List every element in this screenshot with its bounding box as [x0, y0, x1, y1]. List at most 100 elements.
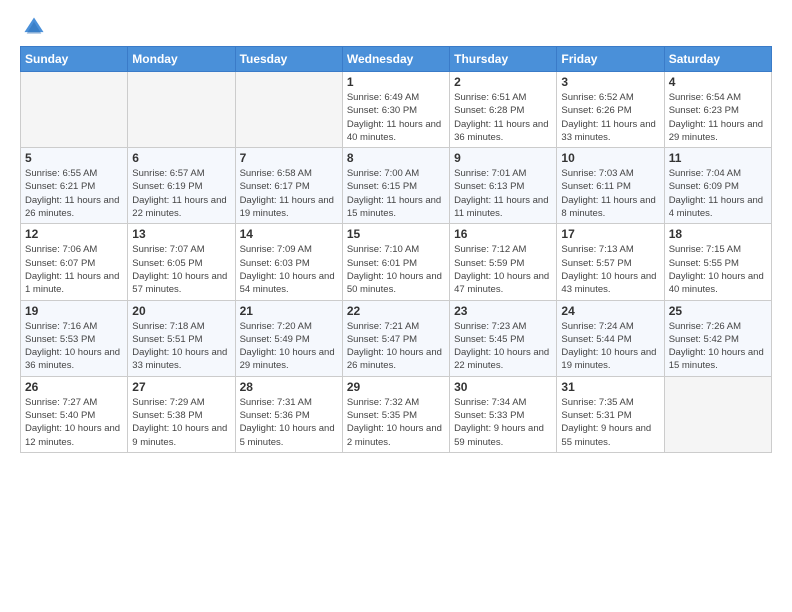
- day-info: Sunrise: 7:24 AMSunset: 5:44 PMDaylight:…: [561, 320, 659, 373]
- calendar-week-row: 19 Sunrise: 7:16 AMSunset: 5:53 PMDayligh…: [21, 300, 772, 376]
- calendar-day-header: Tuesday: [235, 47, 342, 72]
- day-info: Sunrise: 7:04 AMSunset: 6:09 PMDaylight:…: [669, 167, 767, 220]
- calendar-cell: 4 Sunrise: 6:54 AMSunset: 6:23 PMDaylight…: [664, 72, 771, 148]
- calendar-cell: 23 Sunrise: 7:23 AMSunset: 5:45 PMDayligh…: [450, 300, 557, 376]
- calendar-cell: 13 Sunrise: 7:07 AMSunset: 6:05 PMDayligh…: [128, 224, 235, 300]
- calendar-cell: 9 Sunrise: 7:01 AMSunset: 6:13 PMDaylight…: [450, 148, 557, 224]
- calendar-cell: 21 Sunrise: 7:20 AMSunset: 5:49 PMDayligh…: [235, 300, 342, 376]
- day-number: 15: [347, 227, 445, 241]
- day-info: Sunrise: 7:06 AMSunset: 6:07 PMDaylight:…: [25, 243, 123, 296]
- day-info: Sunrise: 7:09 AMSunset: 6:03 PMDaylight:…: [240, 243, 338, 296]
- calendar-cell: 31 Sunrise: 7:35 AMSunset: 5:31 PMDayligh…: [557, 376, 664, 452]
- calendar-cell: 29 Sunrise: 7:32 AMSunset: 5:35 PMDayligh…: [342, 376, 449, 452]
- calendar-day-header: Friday: [557, 47, 664, 72]
- calendar-cell: 18 Sunrise: 7:15 AMSunset: 5:55 PMDayligh…: [664, 224, 771, 300]
- page-header: [20, 16, 772, 38]
- day-number: 7: [240, 151, 338, 165]
- day-info: Sunrise: 6:55 AMSunset: 6:21 PMDaylight:…: [25, 167, 123, 220]
- calendar-cell: 15 Sunrise: 7:10 AMSunset: 6:01 PMDayligh…: [342, 224, 449, 300]
- day-number: 4: [669, 75, 767, 89]
- day-number: 13: [132, 227, 230, 241]
- day-number: 22: [347, 304, 445, 318]
- calendar-cell: 28Sunrise: 7:31 AMSunset: 5:36 PMDayligh…: [235, 376, 342, 452]
- calendar-cell: 5 Sunrise: 6:55 AMSunset: 6:21 PMDaylight…: [21, 148, 128, 224]
- logo-icon: [23, 16, 45, 38]
- calendar-cell: 17 Sunrise: 7:13 AMSunset: 5:57 PMDayligh…: [557, 224, 664, 300]
- day-info: Sunrise: 7:27 AMSunset: 5:40 PMDaylight:…: [25, 396, 123, 449]
- day-number: 12: [25, 227, 123, 241]
- calendar-day-header: Saturday: [664, 47, 771, 72]
- day-info: Sunrise: 7:32 AMSunset: 5:35 PMDaylight:…: [347, 396, 445, 449]
- calendar-table: SundayMondayTuesdayWednesdayThursdayFrid…: [20, 46, 772, 453]
- day-number: 31: [561, 380, 659, 394]
- calendar-cell: 26 Sunrise: 7:27 AMSunset: 5:40 PMDayligh…: [21, 376, 128, 452]
- day-info: Sunrise: 6:58 AMSunset: 6:17 PMDaylight:…: [240, 167, 338, 220]
- calendar-cell: 11 Sunrise: 7:04 AMSunset: 6:09 PMDayligh…: [664, 148, 771, 224]
- calendar-cell: 22 Sunrise: 7:21 AMSunset: 5:47 PMDayligh…: [342, 300, 449, 376]
- day-info: Sunrise: 7:21 AMSunset: 5:47 PMDaylight:…: [347, 320, 445, 373]
- day-info: Sunrise: 7:18 AMSunset: 5:51 PMDaylight:…: [132, 320, 230, 373]
- calendar-cell: 3 Sunrise: 6:52 AMSunset: 6:26 PMDaylight…: [557, 72, 664, 148]
- day-info: Sunrise: 6:52 AMSunset: 6:26 PMDaylight:…: [561, 91, 659, 144]
- day-number: 29: [347, 380, 445, 394]
- day-info: Sunrise: 7:10 AMSunset: 6:01 PMDaylight:…: [347, 243, 445, 296]
- calendar-cell: 12 Sunrise: 7:06 AMSunset: 6:07 PMDayligh…: [21, 224, 128, 300]
- calendar-cell: 19 Sunrise: 7:16 AMSunset: 5:53 PMDayligh…: [21, 300, 128, 376]
- day-info: Sunrise: 7:29 AMSunset: 5:38 PMDaylight:…: [132, 396, 230, 449]
- calendar-cell: [235, 72, 342, 148]
- calendar-cell: 1Sunrise: 6:49 AMSunset: 6:30 PMDaylight…: [342, 72, 449, 148]
- day-number: 6: [132, 151, 230, 165]
- day-number: 10: [561, 151, 659, 165]
- calendar-cell: 14 Sunrise: 7:09 AMSunset: 6:03 PMDayligh…: [235, 224, 342, 300]
- day-info: Sunrise: 7:03 AMSunset: 6:11 PMDaylight:…: [561, 167, 659, 220]
- calendar-week-row: 12 Sunrise: 7:06 AMSunset: 6:07 PMDayligh…: [21, 224, 772, 300]
- day-info: Sunrise: 7:23 AMSunset: 5:45 PMDaylight:…: [454, 320, 552, 373]
- day-info: Sunrise: 7:15 AMSunset: 5:55 PMDaylight:…: [669, 243, 767, 296]
- day-info: Sunrise: 7:01 AMSunset: 6:13 PMDaylight:…: [454, 167, 552, 220]
- calendar-cell: 30Sunrise: 7:34 AMSunset: 5:33 PMDayligh…: [450, 376, 557, 452]
- day-info: Sunrise: 6:51 AMSunset: 6:28 PMDaylight:…: [454, 91, 552, 144]
- calendar-cell: 8Sunrise: 7:00 AMSunset: 6:15 PMDaylight…: [342, 148, 449, 224]
- day-number: 23: [454, 304, 552, 318]
- day-number: 19: [25, 304, 123, 318]
- day-info: Sunrise: 7:07 AMSunset: 6:05 PMDaylight:…: [132, 243, 230, 296]
- day-number: 3: [561, 75, 659, 89]
- calendar-day-header: Sunday: [21, 47, 128, 72]
- logo: [20, 16, 45, 38]
- calendar-cell: 10 Sunrise: 7:03 AMSunset: 6:11 PMDayligh…: [557, 148, 664, 224]
- calendar-week-row: 26 Sunrise: 7:27 AMSunset: 5:40 PMDayligh…: [21, 376, 772, 452]
- day-number: 20: [132, 304, 230, 318]
- day-number: 17: [561, 227, 659, 241]
- day-info: Sunrise: 7:35 AMSunset: 5:31 PMDaylight:…: [561, 396, 659, 449]
- day-info: Sunrise: 7:13 AMSunset: 5:57 PMDaylight:…: [561, 243, 659, 296]
- calendar-week-row: 5 Sunrise: 6:55 AMSunset: 6:21 PMDaylight…: [21, 148, 772, 224]
- day-info: Sunrise: 6:54 AMSunset: 6:23 PMDaylight:…: [669, 91, 767, 144]
- calendar-cell: [21, 72, 128, 148]
- day-number: 9: [454, 151, 552, 165]
- day-number: 14: [240, 227, 338, 241]
- day-number: 5: [25, 151, 123, 165]
- day-number: 11: [669, 151, 767, 165]
- day-info: Sunrise: 7:12 AMSunset: 5:59 PMDaylight:…: [454, 243, 552, 296]
- calendar-cell: [664, 376, 771, 452]
- calendar-day-header: Monday: [128, 47, 235, 72]
- day-number: 8: [347, 151, 445, 165]
- calendar-week-row: 1Sunrise: 6:49 AMSunset: 6:30 PMDaylight…: [21, 72, 772, 148]
- day-info: Sunrise: 7:20 AMSunset: 5:49 PMDaylight:…: [240, 320, 338, 373]
- calendar-cell: 6 Sunrise: 6:57 AMSunset: 6:19 PMDaylight…: [128, 148, 235, 224]
- day-info: Sunrise: 6:57 AMSunset: 6:19 PMDaylight:…: [132, 167, 230, 220]
- day-number: 21: [240, 304, 338, 318]
- day-number: 18: [669, 227, 767, 241]
- calendar-cell: 20 Sunrise: 7:18 AMSunset: 5:51 PMDayligh…: [128, 300, 235, 376]
- day-number: 28: [240, 380, 338, 394]
- day-number: 30: [454, 380, 552, 394]
- calendar-day-header: Wednesday: [342, 47, 449, 72]
- calendar-cell: 2Sunrise: 6:51 AMSunset: 6:28 PMDaylight…: [450, 72, 557, 148]
- day-number: 26: [25, 380, 123, 394]
- day-number: 25: [669, 304, 767, 318]
- day-number: 27: [132, 380, 230, 394]
- calendar-cell: [128, 72, 235, 148]
- day-info: Sunrise: 7:16 AMSunset: 5:53 PMDaylight:…: [25, 320, 123, 373]
- calendar-cell: 27 Sunrise: 7:29 AMSunset: 5:38 PMDayligh…: [128, 376, 235, 452]
- calendar-cell: 25Sunrise: 7:26 AMSunset: 5:42 PMDayligh…: [664, 300, 771, 376]
